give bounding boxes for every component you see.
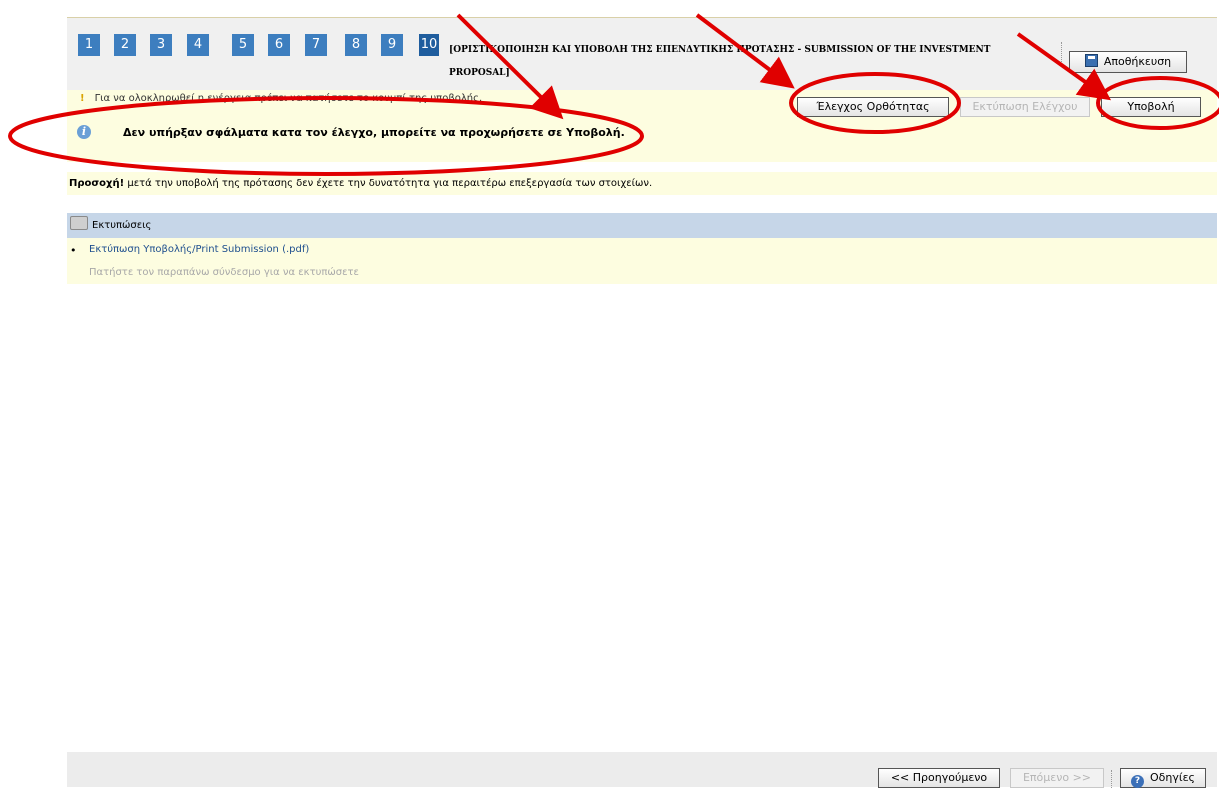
previous-button[interactable]: << Προηγούμενο: [878, 768, 1000, 788]
exclamation-icon: !: [80, 93, 85, 104]
step-3-button[interactable]: 3: [150, 34, 172, 56]
prints-section-header: Εκτυπώσεις: [67, 213, 1217, 238]
caution-text: μετά την υποβολή της πρότασης δεν έχετε …: [124, 178, 653, 189]
print-hint: Πατήστε τον παραπάνω σύνδεσμο για να εκτ…: [89, 267, 359, 278]
info-message: i Δεν υπήρξαν σφάλματα κατα τον έλεγχο, …: [67, 122, 1217, 168]
footer-divider: [1111, 770, 1114, 788]
step-4-button[interactable]: 4: [187, 34, 209, 56]
page-frame: 1 2 3 4 5 6 7 8 9 10 [ΟΡΙΣΤΙΚΟΠΟΙΗΣΗ ΚΑΙ…: [67, 17, 1217, 788]
question-icon: ?: [1131, 775, 1144, 788]
wizard-header: 1 2 3 4 5 6 7 8 9 10 [ΟΡΙΣΤΙΚΟΠΟΙΗΣΗ ΚΑΙ…: [67, 17, 1217, 91]
submit-button[interactable]: Υποβολή: [1101, 97, 1201, 117]
info-icon: i: [77, 125, 91, 139]
prints-header-label: Εκτυπώσεις: [92, 220, 152, 231]
step-7-button[interactable]: 7: [305, 34, 327, 56]
wizard-footer: << Προηγούμενο Επόμενο >> ? Οδηγίες: [67, 752, 1217, 788]
step-1-button[interactable]: 1: [78, 34, 100, 56]
print-check-button[interactable]: Εκτύπωση Ελέγχου: [960, 97, 1090, 117]
toolbar-divider: [1061, 42, 1064, 66]
bullet-icon: •: [70, 244, 77, 257]
print-submission-link[interactable]: Εκτύπωση Υποβολής/Print Submission (.pdf…: [89, 244, 309, 255]
warning-text: Για να ολοκληρωθεί η ενέργεια πρέπει να …: [94, 93, 483, 104]
step-6-button[interactable]: 6: [268, 34, 290, 56]
caution-message: Προσοχή! μετά την υποβολή της πρότασης δ…: [67, 172, 1217, 195]
step-10-button[interactable]: 10: [419, 34, 439, 56]
help-button-label: Οδηγίες: [1150, 771, 1195, 784]
floppy-disk-icon: [1084, 54, 1098, 67]
save-button[interactable]: Αποθήκευση: [1069, 51, 1187, 73]
message-area: ! Για να ολοκληρωθεί η ενέργεια πρέπει να…: [67, 90, 1217, 162]
prints-section-body: • Εκτύπωση Υποβολής/Print Submission (.p…: [67, 238, 1217, 284]
save-button-label: Αποθήκευση: [1103, 55, 1172, 68]
help-button[interactable]: ? Οδηγίες: [1120, 768, 1206, 788]
step-5-button[interactable]: 5: [232, 34, 254, 56]
warning-message: ! Για να ολοκληρωθεί η ενέργεια πρέπει να…: [80, 93, 482, 104]
check-correctness-button[interactable]: Έλεγχος Ορθότητας: [797, 97, 949, 117]
step-8-button[interactable]: 8: [345, 34, 367, 56]
caution-label: Προσοχή!: [69, 178, 125, 189]
printer-icon: [70, 216, 88, 230]
step-2-button[interactable]: 2: [114, 34, 136, 56]
phase-title: [ΟΡΙΣΤΙΚΟΠΟΙΗΣΗ ΚΑΙ ΥΠΟΒΟΛΗ ΤΗΣ ΕΠΕΝΔΥΤΙ…: [449, 45, 991, 78]
info-text: Δεν υπήρξαν σφάλματα κατα τον έλεγχο, μπ…: [123, 126, 625, 139]
next-button[interactable]: Επόμενο >>: [1010, 768, 1104, 788]
step-9-button[interactable]: 9: [381, 34, 403, 56]
